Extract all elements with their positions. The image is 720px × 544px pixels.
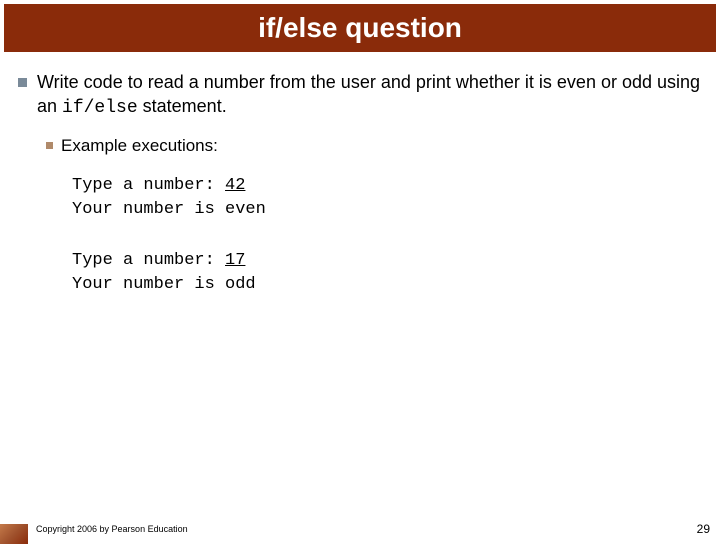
example-block: Type a number: 42 Your number is even Ty…	[72, 174, 702, 299]
bullet-text: Write code to read a number from the use…	[37, 70, 702, 121]
slide-title: if/else question	[258, 12, 462, 44]
example-line: Type a number: 17	[72, 249, 702, 274]
example-line: Type a number: 42	[72, 174, 702, 199]
bullet-icon	[18, 78, 27, 87]
bullet-level2: Example executions:	[46, 135, 702, 158]
example-line: Your number is even	[72, 198, 702, 223]
prompt-text: Type a number:	[72, 251, 225, 270]
bullet-text: Example executions:	[61, 135, 218, 158]
title-bar: if/else question	[4, 4, 716, 52]
page-number: 29	[697, 522, 710, 536]
user-input: 42	[225, 176, 245, 195]
corner-decoration	[0, 524, 28, 544]
user-input: 17	[225, 251, 245, 270]
bullet-level1: Write code to read a number from the use…	[18, 70, 702, 121]
text-run: statement.	[138, 96, 227, 116]
copyright-text: Copyright 2006 by Pearson Education	[36, 524, 188, 534]
example-line: Your number is odd	[72, 273, 702, 298]
bullet-icon	[46, 142, 53, 149]
example-1: Type a number: 42 Your number is even	[72, 174, 702, 223]
slide-body: Write code to read a number from the use…	[0, 52, 720, 298]
code-run: if/else	[62, 98, 138, 118]
example-2: Type a number: 17 Your number is odd	[72, 249, 702, 298]
prompt-text: Type a number:	[72, 176, 225, 195]
